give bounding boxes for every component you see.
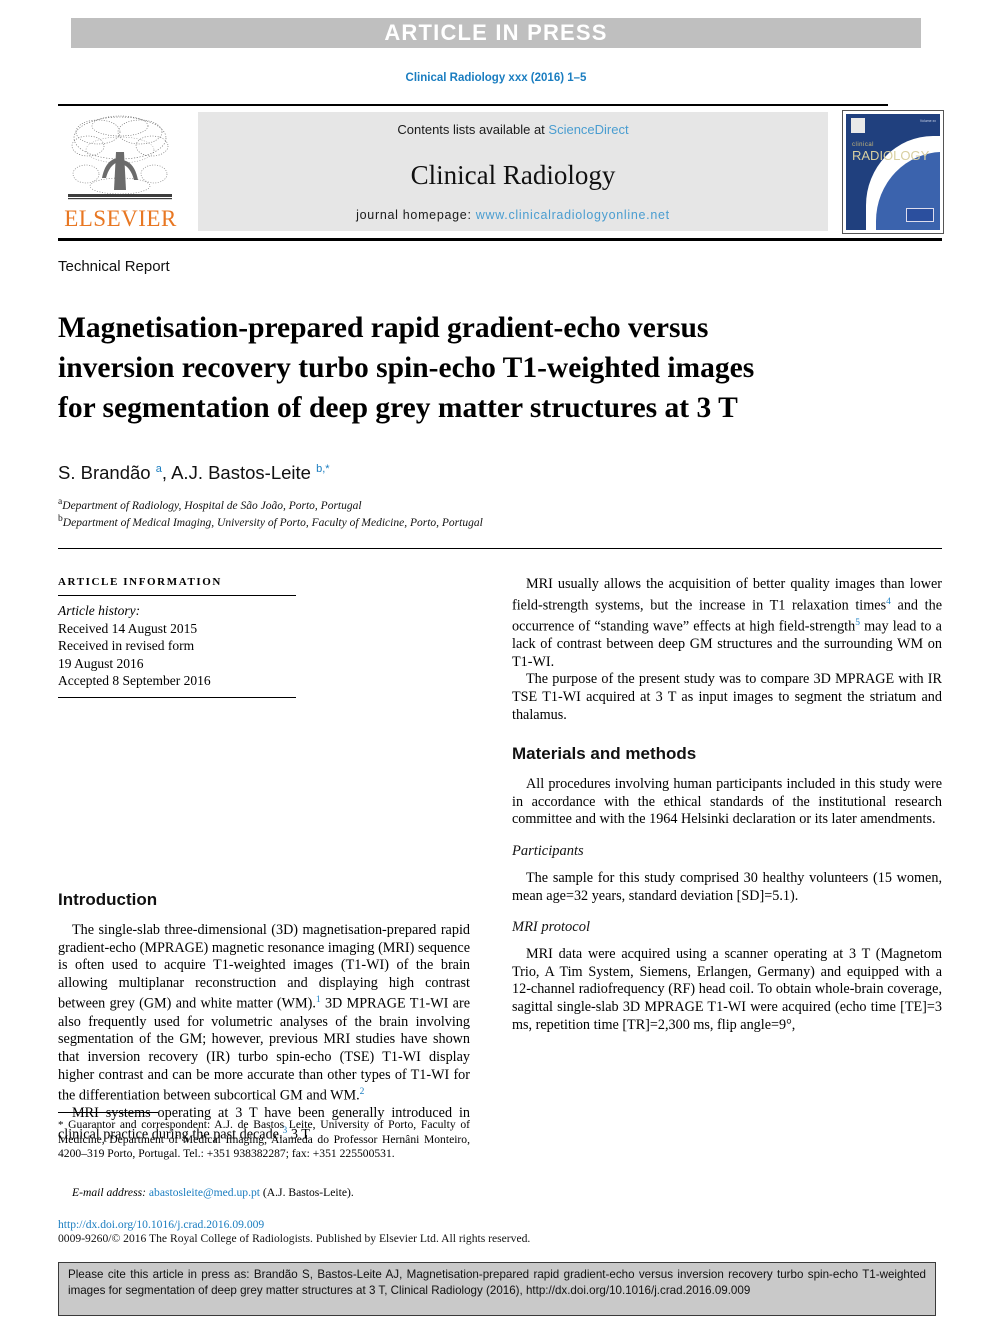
cover-corner-note: Volume xx <box>919 119 936 123</box>
introduction-section: Introduction The single-slab three-dimen… <box>58 890 470 1144</box>
contents-prefix: Contents lists available at <box>397 122 549 137</box>
journal-cover-art: Volume xx clinical RADIOLOGY <box>846 114 940 230</box>
article-history-label: Article history: <box>58 603 141 619</box>
article-information-rule-top <box>58 595 296 597</box>
affiliation-a: aDepartment of Radiology, Hospital de Sã… <box>58 496 858 512</box>
header-divider-rule <box>58 548 942 550</box>
article-information-block: ARTICLE INFORMATION Article history: Rec… <box>58 576 470 699</box>
email-label: E-mail address: <box>72 1186 146 1199</box>
affiliation-a-text: Department of Radiology, Hospital de São… <box>62 499 362 512</box>
running-head: Clinical Radiology xxx (2016) 1–5 <box>405 72 587 84</box>
author-list: S. Brandão a, A.J. Bastos-Leite b,* <box>58 462 330 483</box>
article-information-heading: ARTICLE INFORMATION <box>58 576 222 588</box>
section-heading-materials-and-methods: Materials and methods <box>512 744 697 764</box>
participants-paragraph-1: The sample for this study comprised 30 h… <box>512 870 942 904</box>
cover-elsevier-mark-icon <box>851 118 865 133</box>
affiliation-b: bDepartment of Medical Imaging, Universi… <box>58 513 858 529</box>
materials-paragraph-1: All procedures involving human participa… <box>512 776 942 828</box>
elsevier-wordmark: ELSEVIER <box>64 206 177 231</box>
left-column: ARTICLE INFORMATION Article history: Rec… <box>58 576 470 1144</box>
sciencedirect-link[interactable]: ScienceDirect <box>548 122 628 137</box>
cover-title-large: RADIOLOGY <box>852 148 930 163</box>
article-type-label: Technical Report <box>58 258 170 275</box>
email-owner: (A.J. Bastos-Leite). <box>262 1186 354 1199</box>
right-column: MRI usually allows the acquisition of be… <box>512 576 942 1034</box>
corresponding-author-footnote: * Guarantor and correspondent: A.J. de B… <box>58 1118 470 1161</box>
contents-lists-line: Contents lists available at ScienceDirec… <box>198 122 828 137</box>
please-cite-text: Please cite this article in press as: Br… <box>68 1268 926 1297</box>
homepage-prefix: journal homepage: <box>356 208 476 222</box>
affiliation-b-text: Department of Medical Imaging, Universit… <box>62 516 483 529</box>
journal-band: Contents lists available at ScienceDirec… <box>198 112 828 231</box>
introduction-paragraph-1: The single-slab three-dimensional (3D) m… <box>58 922 470 1104</box>
intro-continuation-paragraph-1: MRI usually allows the acquisition of be… <box>512 576 942 670</box>
page-title: Magnetisation-prepared rapid gradient-ec… <box>58 311 755 424</box>
subsection-heading-mri-protocol: MRI protocol <box>512 919 590 936</box>
elsevier-tree-icon <box>68 115 172 200</box>
mri-protocol-paragraph-1: MRI data were acquired using a scanner o… <box>512 946 942 1033</box>
article-history: Article history: Received 14 August 2015… <box>58 602 470 690</box>
email-link[interactable]: abastosleite@med.up.pt <box>149 1186 260 1199</box>
article-received-date: Received 14 August 2015 <box>58 620 198 636</box>
article-revised-date: 19 August 2016 <box>58 655 144 671</box>
please-cite-box: Please cite this article in press as: Br… <box>58 1262 936 1316</box>
journal-cover-thumbnail: Volume xx clinical RADIOLOGY <box>842 110 944 234</box>
section-heading-introduction: Introduction <box>58 890 158 910</box>
journal-title: Clinical Radiology <box>410 160 616 190</box>
homepage-link[interactable]: www.clinicalradiologyonline.net <box>476 208 670 222</box>
copyright-line: 0009-9260/© 2016 The Royal College of Ra… <box>58 1232 531 1245</box>
article-information-rule-bottom <box>58 696 296 699</box>
journal-homepage-line: journal homepage: www.clinicalradiologyo… <box>198 208 828 222</box>
doi-link[interactable]: http://dx.doi.org/10.1016/j.crad.2016.09… <box>58 1218 264 1231</box>
elsevier-logo: ELSEVIER <box>58 110 183 232</box>
article-revised-label: Received in revised form <box>58 638 195 654</box>
footnote-divider-rule <box>58 1112 158 1113</box>
subsection-heading-participants: Participants <box>512 843 584 859</box>
masthead-bottom-rule <box>58 238 942 241</box>
masthead-top-rule <box>58 104 888 106</box>
journal-masthead: ELSEVIER Contents lists available at Sci… <box>58 110 944 234</box>
article-in-press-banner: ARTICLE IN PRESS <box>71 18 921 48</box>
email-footnote: E-mail address: abastosleite@med.up.pt (… <box>58 1186 470 1199</box>
cover-publisher-badge-icon <box>906 208 934 222</box>
article-accepted-date: Accepted 8 September 2016 <box>58 673 211 689</box>
intro-continuation-paragraph-2: The purpose of the present study was to … <box>512 671 942 723</box>
